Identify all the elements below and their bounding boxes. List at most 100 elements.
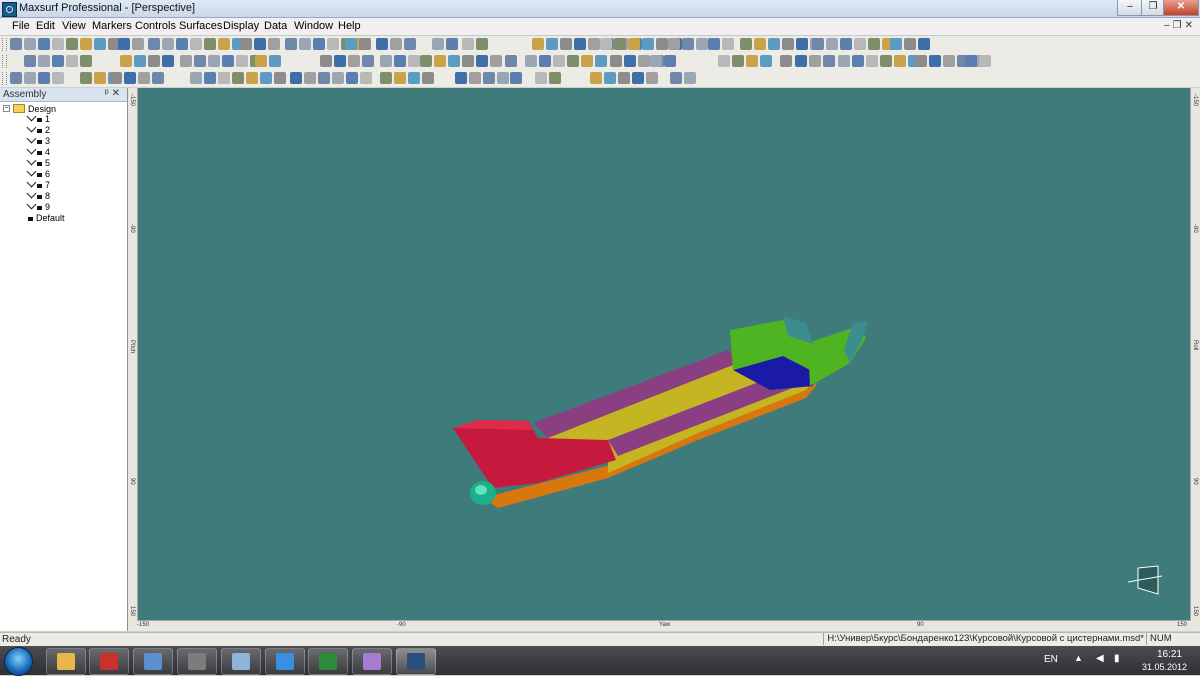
toolbar-tool-button[interactable] bbox=[760, 55, 772, 67]
toolbar-tool-button[interactable] bbox=[152, 72, 164, 84]
toolbar-grip[interactable] bbox=[2, 55, 7, 68]
toolbar-tool-button[interactable] bbox=[823, 55, 835, 67]
visible-check-icon[interactable] bbox=[26, 188, 37, 199]
toolbar-tool-button[interactable] bbox=[525, 55, 537, 67]
toolbar-tool-button[interactable] bbox=[348, 55, 360, 67]
toolbar-tool-button[interactable] bbox=[404, 38, 416, 50]
visible-check-icon[interactable] bbox=[26, 144, 37, 155]
toolbar-tool-button[interactable] bbox=[682, 38, 694, 50]
pitch-ruler[interactable]: -150 -90 Pitch 90 150 bbox=[128, 88, 138, 631]
toolbar-tool-button[interactable] bbox=[918, 38, 930, 50]
toolbar-tool-button[interactable] bbox=[204, 38, 216, 50]
visible-check-icon[interactable] bbox=[26, 166, 37, 177]
toolbar-tool-button[interactable] bbox=[318, 72, 330, 84]
toolbar-tool-button[interactable] bbox=[24, 38, 36, 50]
taskbar-network-button[interactable] bbox=[133, 648, 173, 675]
toolbar-tool-button[interactable] bbox=[646, 72, 658, 84]
maxsurf-app-icon[interactable] bbox=[2, 2, 17, 17]
toolbar-tool-button[interactable] bbox=[595, 55, 607, 67]
toolbar-tool-button[interactable] bbox=[684, 72, 696, 84]
tray-expand-icon[interactable]: ▲ bbox=[1074, 653, 1083, 663]
toolbar-tool-button[interactable] bbox=[809, 55, 821, 67]
tree-root-design[interactable]: Design bbox=[13, 103, 56, 114]
mdi-window-controls[interactable]: –❐✕ bbox=[1164, 20, 1196, 31]
toolbar-tool-button[interactable] bbox=[638, 55, 650, 67]
toolbar-tool-button[interactable] bbox=[549, 72, 561, 84]
tree-item-default[interactable]: Default bbox=[28, 213, 65, 224]
toolbar-tool-button[interactable] bbox=[360, 72, 372, 84]
toolbar-tool-button[interactable] bbox=[255, 55, 267, 67]
toolbar-tool-button[interactable] bbox=[553, 55, 565, 67]
menu-markers[interactable]: Markers bbox=[92, 20, 132, 32]
toolbar-tool-button[interactable] bbox=[268, 38, 280, 50]
toolbar-tool-button[interactable] bbox=[52, 55, 64, 67]
toolbar-tool-button[interactable] bbox=[483, 72, 495, 84]
toolbar-tool-button[interactable] bbox=[134, 55, 146, 67]
toolbar-tool-button[interactable] bbox=[299, 38, 311, 50]
toolbar-tool-button[interactable] bbox=[796, 38, 808, 50]
toolbar-tool-button[interactable] bbox=[650, 55, 662, 67]
toolbar-tool-button[interactable] bbox=[664, 55, 676, 67]
toolbar-tool-button[interactable] bbox=[24, 72, 36, 84]
toolbar-tool-button[interactable] bbox=[420, 55, 432, 67]
toolbar-tool-button[interactable] bbox=[380, 55, 392, 67]
toolbar-tool-button[interactable] bbox=[532, 38, 544, 50]
toolbar-tool-button[interactable] bbox=[632, 72, 644, 84]
taskbar-acrobat-button[interactable] bbox=[89, 648, 129, 675]
toolbar-tool-button[interactable] bbox=[618, 72, 630, 84]
taskbar-media-button[interactable] bbox=[177, 648, 217, 675]
toolbar-tool-button[interactable] bbox=[490, 55, 502, 67]
taskbar-ie-button[interactable] bbox=[265, 648, 305, 675]
toolbar-tool-button[interactable] bbox=[604, 72, 616, 84]
toolbar-tool-button[interactable] bbox=[880, 55, 892, 67]
yaw-ruler[interactable]: -150 -90 Yaw 90 150 bbox=[137, 620, 1191, 631]
taskbar-calculator-button[interactable] bbox=[221, 648, 261, 675]
toolbar-tool-button[interactable] bbox=[176, 38, 188, 50]
toolbar-tool-button[interactable] bbox=[628, 38, 640, 50]
toolbar-tool-button[interactable] bbox=[290, 72, 302, 84]
toolbar-tool-button[interactable] bbox=[590, 72, 602, 84]
toolbar-tool-button[interactable] bbox=[929, 55, 941, 67]
toolbar-tool-button[interactable] bbox=[66, 55, 78, 67]
menu-view[interactable]: View bbox=[62, 20, 86, 32]
toolbar-tool-button[interactable] bbox=[394, 55, 406, 67]
toolbar-tool-button[interactable] bbox=[732, 55, 744, 67]
toolbar-tool-button[interactable] bbox=[180, 55, 192, 67]
toolbar-tool-button[interactable] bbox=[965, 55, 977, 67]
toolbar-tool-button[interactable] bbox=[376, 38, 388, 50]
toolbar-tool-button[interactable] bbox=[826, 38, 838, 50]
toolbar-tool-button[interactable] bbox=[890, 38, 902, 50]
toolbar-tool-button[interactable] bbox=[476, 38, 488, 50]
toolbar-tool-button[interactable] bbox=[110, 72, 122, 84]
toolbar-tool-button[interactable] bbox=[394, 72, 406, 84]
language-indicator[interactable]: EN bbox=[1044, 654, 1058, 665]
toolbar-tool-button[interactable] bbox=[194, 55, 206, 67]
toolbar-tool-button[interactable] bbox=[422, 72, 434, 84]
toolbar-tool-button[interactable] bbox=[362, 55, 374, 67]
toolbar-tool-button[interactable] bbox=[567, 55, 579, 67]
toolbar-tool-button[interactable] bbox=[334, 55, 346, 67]
toolbar-tool-button[interactable] bbox=[432, 38, 444, 50]
toolbar-tool-button[interactable] bbox=[274, 72, 286, 84]
toolbar-tool-button[interactable] bbox=[52, 38, 64, 50]
toolbar-tool-button[interactable] bbox=[469, 72, 481, 84]
panel-pin-close-buttons[interactable]: ᵖ✕ bbox=[105, 88, 123, 99]
start-button[interactable] bbox=[4, 647, 33, 676]
taskbar-paint-button[interactable] bbox=[352, 648, 392, 675]
toolbar-tool-button[interactable] bbox=[269, 55, 281, 67]
3d-canvas[interactable] bbox=[138, 88, 1190, 620]
menu-display[interactable]: Display bbox=[223, 20, 259, 32]
toolbar-tool-button[interactable] bbox=[782, 38, 794, 50]
toolbar-tool-button[interactable] bbox=[285, 38, 297, 50]
menu-file[interactable]: File bbox=[12, 20, 30, 32]
toolbar-tool-button[interactable] bbox=[52, 72, 64, 84]
close-button[interactable]: ✕ bbox=[1163, 0, 1199, 16]
toolbar-tool-button[interactable] bbox=[66, 38, 78, 50]
toolbar-grip[interactable] bbox=[2, 72, 7, 85]
toolbar-tool-button[interactable] bbox=[581, 55, 593, 67]
orientation-axes-icon[interactable] bbox=[1128, 564, 1164, 600]
menu-help[interactable]: Help bbox=[338, 20, 361, 32]
toolbar-tool-button[interactable] bbox=[408, 55, 420, 67]
toolbar-tool-button[interactable] bbox=[462, 38, 474, 50]
menu-edit[interactable]: Edit bbox=[36, 20, 55, 32]
